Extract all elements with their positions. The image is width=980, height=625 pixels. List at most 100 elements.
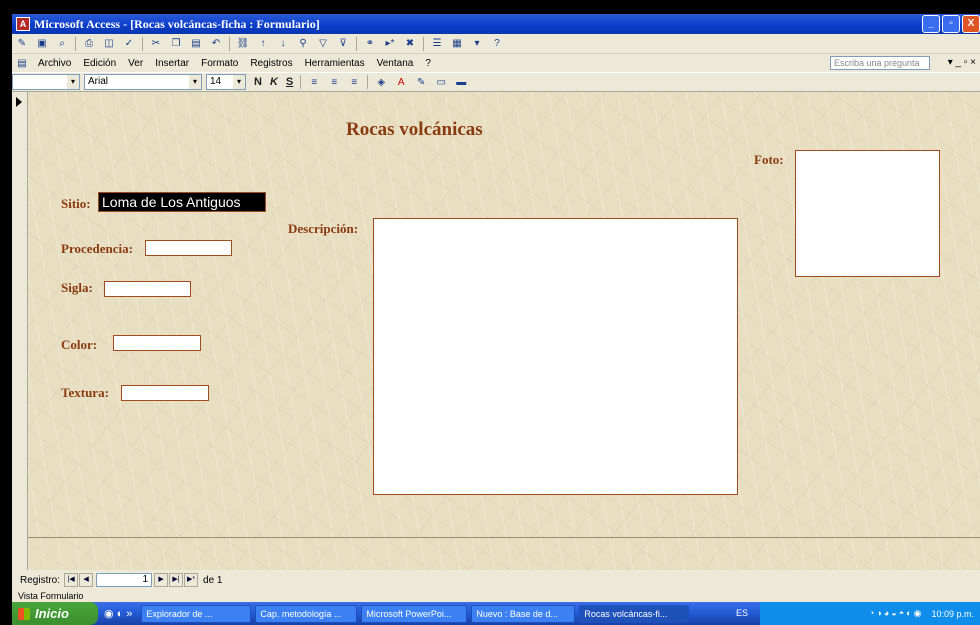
close-button[interactable]: X	[962, 15, 980, 33]
task-nuevo-base[interactable]: Nuevo : Base de d...	[471, 604, 576, 623]
system-tray: ◔◑◕◒◓◐◉ 10:09 p.m.	[760, 602, 980, 625]
minimize-button[interactable]: _	[922, 15, 940, 33]
menu-herramientas[interactable]: Herramientas	[299, 58, 371, 69]
maximize-button[interactable]: ▫	[942, 15, 960, 33]
menu-registros[interactable]: Registros	[244, 58, 298, 69]
task-explorador[interactable]: Explorador de ...	[141, 604, 252, 623]
record-count: de 1	[203, 574, 223, 586]
task-powerpoint[interactable]: Microsoft PowerPoi...	[361, 604, 468, 623]
search-file-icon[interactable]: ⌕	[54, 36, 70, 52]
descripcion-label: Descripción:	[288, 221, 359, 236]
font-combo[interactable]: Arial ▾	[84, 74, 202, 90]
toolbar-separator	[229, 36, 230, 51]
status-bar: Vista Formulario	[12, 590, 980, 602]
form-system-icon[interactable]: ▤	[14, 55, 30, 71]
sigla-label: Sigla:	[61, 280, 93, 295]
tray-icons[interactable]: ◔◑◕◒◓◐◉	[869, 608, 923, 619]
new-record-icon[interactable]: ▸*	[382, 36, 398, 52]
print-preview-icon[interactable]: ◫	[101, 36, 117, 52]
current-record-icon	[16, 97, 22, 107]
paste-icon[interactable]: ▤	[188, 36, 204, 52]
new-object-icon[interactable]: ▾	[469, 36, 485, 52]
database-window-icon[interactable]: ▦	[449, 36, 465, 52]
title-bar: A Microsoft Access - [Rocas volcáncas-fi…	[12, 14, 980, 34]
form-footer-divider	[28, 537, 980, 538]
save-icon[interactable]: ▣	[34, 36, 50, 52]
sitio-field[interactable]: Loma de Los Antiguos	[98, 192, 266, 212]
sitio-label: Sitio:	[61, 196, 91, 211]
first-record-icon[interactable]: |◀	[64, 573, 79, 587]
properties-icon[interactable]: ☰	[429, 36, 445, 52]
menu-formato[interactable]: Formato	[195, 58, 244, 69]
font-size: 14	[210, 76, 222, 87]
previous-record-icon[interactable]: ◀	[79, 573, 94, 587]
print-icon[interactable]: ⎙	[81, 36, 97, 52]
align-center-icon[interactable]: ≡	[326, 74, 342, 90]
sort-descending-icon[interactable]: ↓	[275, 36, 291, 52]
align-left-icon[interactable]: ≡	[306, 74, 322, 90]
new-record-nav-icon[interactable]: ▶*	[184, 573, 199, 587]
start-button[interactable]: Inicio	[12, 602, 98, 625]
form-heading: Rocas volcánicas	[346, 119, 483, 140]
line-color-icon[interactable]: ✎	[413, 74, 429, 90]
filter-form-icon[interactable]: ▽	[315, 36, 331, 52]
menu-archivo[interactable]: Archivo	[32, 58, 77, 69]
view-icon[interactable]: ✎	[14, 36, 30, 52]
object-combo[interactable]: ▾	[12, 74, 80, 90]
chevron-down-icon: ▾	[189, 75, 201, 89]
underline-button[interactable]: S	[286, 76, 293, 88]
task-cap-metodologia[interactable]: Cap. metodología ...	[255, 604, 358, 623]
quick-launch-icons[interactable]: ◉◐»	[104, 607, 135, 620]
font-size-combo[interactable]: 14 ▾	[206, 74, 246, 90]
menu-ver[interactable]: Ver	[122, 58, 149, 69]
last-record-icon[interactable]: ▶|	[169, 573, 184, 587]
spelling-icon[interactable]: ✓	[121, 36, 137, 52]
record-selector[interactable]	[12, 92, 28, 570]
chevron-down-icon: ▾	[67, 75, 79, 89]
document-window-controls[interactable]: ▾ _ ▫ ×	[948, 57, 976, 68]
special-effect-icon[interactable]: ▬	[453, 74, 469, 90]
procedencia-field[interactable]	[145, 240, 232, 256]
menu-ayuda[interactable]: ?	[419, 58, 437, 69]
sigla-field[interactable]	[104, 281, 191, 297]
align-right-icon[interactable]: ≡	[346, 74, 362, 90]
record-number-input[interactable]: 1	[96, 573, 153, 587]
menu-ventana[interactable]: Ventana	[371, 58, 420, 69]
delete-record-icon[interactable]: ✖	[402, 36, 418, 52]
textura-field[interactable]	[121, 385, 209, 401]
filter-selection-icon[interactable]: ⚲	[295, 36, 311, 52]
toolbar-separator	[300, 75, 302, 89]
windows-taskbar: Inicio ◉◐» Explorador de ... Cap. metodo…	[12, 602, 980, 625]
descripcion-field[interactable]	[373, 218, 738, 495]
sort-ascending-icon[interactable]: ↑	[255, 36, 271, 52]
border-icon[interactable]: ▭	[433, 74, 449, 90]
window-controls: _ ▫ X	[922, 15, 980, 33]
access-app-icon[interactable]: A	[16, 17, 30, 31]
procedencia-label: Procedencia:	[61, 241, 133, 256]
cut-icon[interactable]: ✂	[148, 36, 164, 52]
hyperlink-icon[interactable]: ⛓	[235, 36, 251, 52]
formatting-toolbar: ▾ Arial ▾ 14 ▾ N K S ≡ ≡ ≡ ◈ A ✎ ▭ ▬	[12, 72, 980, 92]
fill-color-icon[interactable]: ◈	[373, 74, 389, 90]
standard-toolbar: ✎ ▣ ⌕ ⎙ ◫ ✓ ✂ ❐ ▤ ↶ ⛓ ↑ ↓ ⚲ ▽ ⊽ ⚭ ▸* ✖ ☰…	[12, 34, 980, 54]
textura-label: Textura:	[61, 385, 109, 400]
menu-insertar[interactable]: Insertar	[149, 58, 195, 69]
font-color-icon[interactable]: A	[393, 74, 409, 90]
undo-icon[interactable]: ↶	[208, 36, 224, 52]
foto-frame[interactable]	[795, 150, 940, 277]
find-icon[interactable]: ⚭	[362, 36, 378, 52]
help-icon[interactable]: ?	[489, 36, 505, 52]
task-rocas-volcanicas[interactable]: Rocas volcáncas-fi...	[579, 604, 690, 623]
chevron-down-icon: ▾	[233, 75, 245, 89]
italic-button[interactable]: K	[270, 76, 278, 88]
menu-edicion[interactable]: Edición	[77, 58, 122, 69]
bold-button[interactable]: N	[254, 76, 262, 88]
copy-icon[interactable]: ❐	[168, 36, 184, 52]
apply-filter-icon[interactable]: ⊽	[335, 36, 351, 52]
start-label: Inicio	[35, 606, 69, 621]
language-indicator[interactable]: ES	[736, 608, 748, 618]
menu-bar: ▤ Archivo Edición Ver Insertar Formato R…	[12, 54, 980, 72]
color-field[interactable]	[113, 335, 201, 351]
next-record-icon[interactable]: ▶	[154, 573, 169, 587]
ask-question-box[interactable]: Escriba una pregunta	[830, 56, 930, 70]
